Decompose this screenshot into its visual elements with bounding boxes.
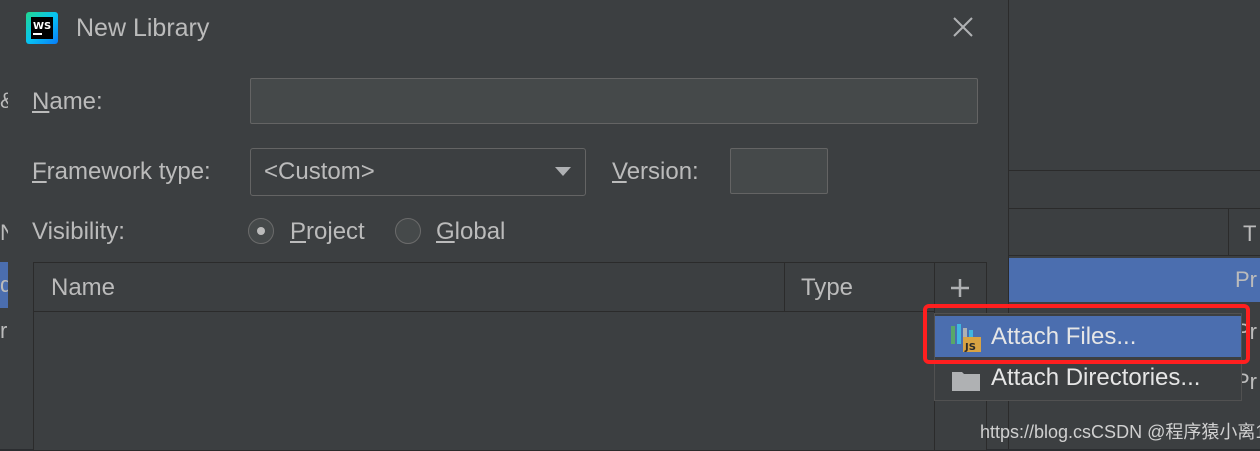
framework-label-text: ramework type: [46,158,211,185]
add-icon[interactable] [947,275,973,301]
chevron-down-icon [555,167,571,176]
background-header-type-fragment: T [1243,221,1257,246]
framework-label-mnemonic: F [32,158,47,185]
column-header-type[interactable]: Type [801,274,853,302]
background-row-type: Pr [1235,267,1257,292]
watermark: https://blog.csCSDN @程序猿小离1 [980,422,1260,442]
global-label-text: lobal [454,218,506,245]
background-table-row[interactable]: Pr [1005,258,1260,302]
column-separator[interactable] [784,263,785,311]
svg-text:WS: WS [33,21,51,32]
background-toolbar-area [1000,10,1260,171]
dialog-title: New Library [76,14,210,42]
radio-project[interactable] [248,218,274,244]
new-library-dialog: WS New Library Name: Framework type: <Cu… [8,0,1009,451]
background-header-separator [1228,209,1229,255]
library-roots-table[interactable]: Name Type [33,262,987,451]
global-mnemonic: G [436,218,455,245]
attach-directories-label: Attach Directories... [991,364,1201,391]
name-label: Name: [32,88,103,116]
radio-global-label[interactable]: Global [436,218,505,246]
version-input[interactable] [730,148,828,194]
version-label-mnemonic: V [612,158,627,185]
name-label-mnemonic: N [32,88,50,115]
project-label-text: roject [306,218,365,245]
radio-project-label[interactable]: Project [290,218,365,246]
library-name-input[interactable] [250,78,978,124]
webstorm-app-icon: WS [26,12,58,44]
dialog-title-bar[interactable]: WS New Library [8,0,1008,58]
framework-type-label: Framework type: [32,158,211,186]
radio-global[interactable] [395,218,421,244]
name-label-text: ame: [49,88,103,115]
annotation-highlight-box [923,304,1250,364]
version-label: Version: [612,158,699,186]
folder-icon [952,372,980,391]
version-label-text: ersion: [626,158,699,185]
visibility-label: Visibility: [32,218,125,245]
background-table-header: T [1005,208,1260,256]
framework-type-value: <Custom> [264,158,375,185]
project-mnemonic: P [290,218,307,245]
table-header: Name Type [34,263,934,312]
framework-type-dropdown[interactable]: <Custom> [250,148,586,196]
close-icon[interactable] [948,12,978,42]
column-header-name[interactable]: Name [51,274,115,302]
